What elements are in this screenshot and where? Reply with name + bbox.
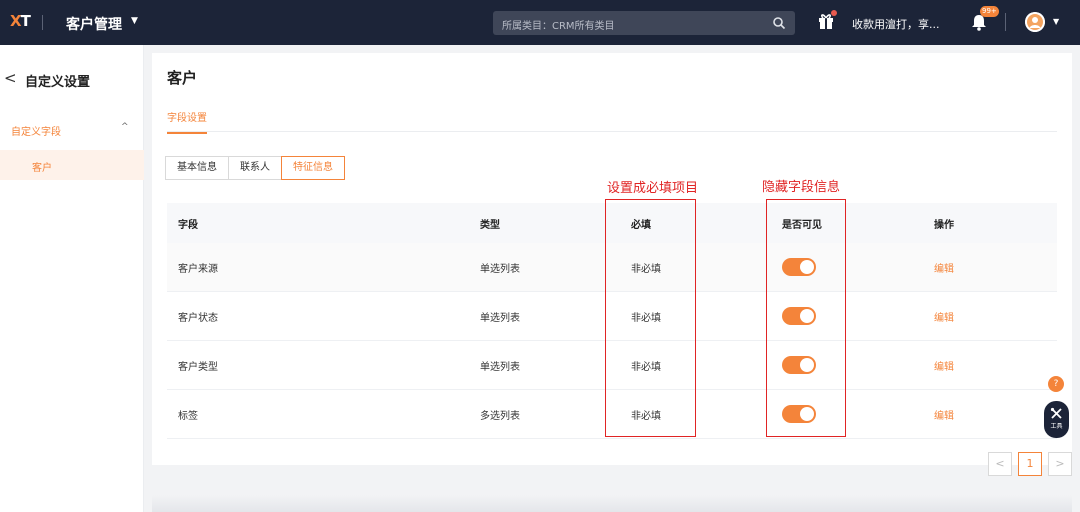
logo-divider (42, 15, 43, 30)
edit-link[interactable]: 编辑 (934, 341, 954, 389)
pagination-page-1[interactable]: 1 (1018, 452, 1042, 476)
gift-notification-dot (831, 10, 837, 16)
search-icon[interactable] (772, 16, 786, 30)
cell-field: 标签 (178, 410, 198, 422)
pagination-prev[interactable]: < (988, 452, 1012, 476)
app-logo[interactable]: XT (10, 12, 31, 30)
edit-link[interactable]: 编辑 (934, 243, 954, 291)
annotation-hidden-box (766, 199, 846, 437)
category-search[interactable]: 所属类目：CRM所有类目 (493, 11, 795, 35)
wrench-icon (1050, 407, 1062, 419)
top-divider (1005, 13, 1006, 31)
sidebar: < 自定义设置 自定义字段 ^ 客户 (0, 45, 144, 512)
pagination-next[interactable]: > (1048, 452, 1072, 476)
segment-basic-info[interactable]: 基本信息 (165, 156, 229, 180)
sidebar-group-custom-fields[interactable]: 自定义字段 (11, 123, 61, 138)
user-avatar-icon (1025, 12, 1045, 32)
chevron-up-icon[interactable]: ^ (121, 122, 129, 132)
header-type: 类型 (480, 219, 500, 231)
sidebar-item-customer[interactable]: 客户 (0, 150, 144, 180)
avatar[interactable] (1025, 12, 1045, 32)
segment-feature-info[interactable]: 特征信息 (281, 156, 345, 180)
segment-contacts[interactable]: 联系人 (228, 156, 282, 180)
cell-type: 单选列表 (480, 263, 520, 275)
tabs-divider (167, 131, 1057, 132)
top-navbar: XT 客户管理 ▼ 所属类目：CRM所有类目 收款用澶打，享... 99+ ▼ (0, 0, 1080, 45)
cell-type: 单选列表 (480, 312, 520, 324)
segment-control: 基本信息 联系人 特征信息 (165, 156, 345, 180)
cell-type: 单选列表 (480, 361, 520, 373)
cell-field: 客户状态 (178, 312, 218, 324)
annotation-required-note: 设置成必填项目 (607, 181, 699, 196)
header-action: 操作 (934, 219, 954, 231)
edit-link[interactable]: 编辑 (934, 292, 954, 340)
annotation-required-box (605, 199, 696, 437)
notification-badge: 99+ (980, 6, 999, 17)
cell-field: 客户来源 (178, 263, 218, 275)
edit-link[interactable]: 编辑 (934, 390, 954, 438)
tools-label: 工具 (1050, 423, 1063, 430)
app-switch-caret-icon[interactable]: ▼ (131, 16, 138, 26)
back-arrow-icon[interactable]: < (4, 69, 17, 87)
cell-field: 客户类型 (178, 361, 218, 373)
user-menu-caret-icon[interactable]: ▼ (1053, 17, 1059, 26)
page-title: 客户 (167, 69, 198, 87)
sidebar-item-label: 客户 (32, 163, 52, 174)
cell-type: 多选列表 (480, 410, 520, 422)
annotation-hidden-note: 隐藏字段信息 (762, 180, 841, 195)
header-field: 字段 (178, 219, 198, 231)
tools-button[interactable]: 工具 (1044, 401, 1069, 438)
page-bottom-shadow (152, 495, 1072, 512)
app-title[interactable]: 客户管理 (66, 14, 122, 34)
help-button[interactable]: ? (1048, 376, 1064, 392)
promo-text[interactable]: 收款用澶打，享... (852, 16, 940, 32)
sidebar-title: 自定义设置 (25, 75, 91, 90)
search-text: 所属类目：CRM所有类目 (502, 21, 615, 32)
